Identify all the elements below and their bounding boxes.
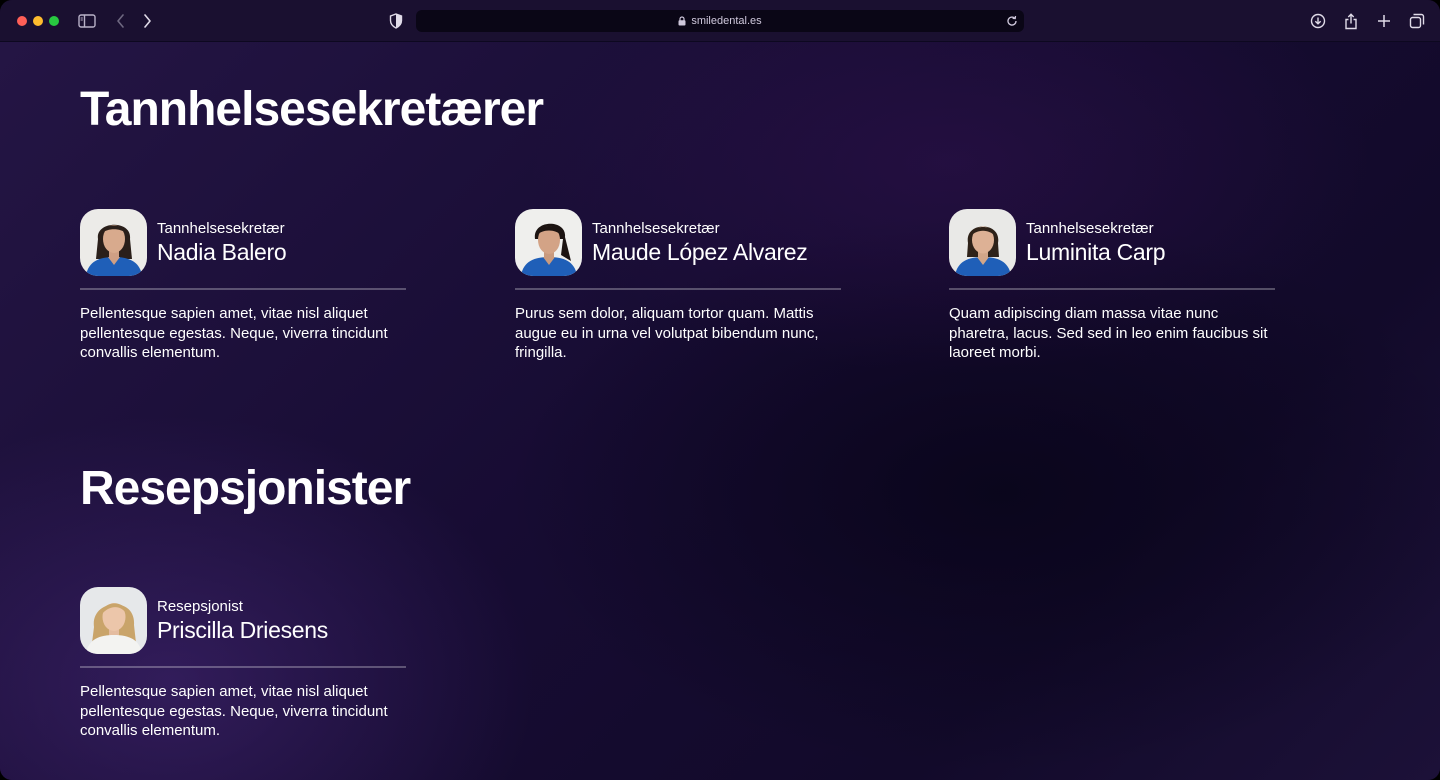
minimize-window-button[interactable] bbox=[33, 16, 43, 26]
back-icon[interactable] bbox=[111, 11, 131, 31]
tab-overview-icon[interactable] bbox=[1407, 11, 1427, 31]
close-window-button[interactable] bbox=[17, 16, 27, 26]
team-member-card: Tannhelsesekretær Nadia Balero Pellentes… bbox=[80, 209, 406, 363]
member-role: Resepsjonist bbox=[157, 597, 243, 615]
member-name: Nadia Balero bbox=[157, 238, 287, 265]
privacy-shield-icon[interactable] bbox=[386, 11, 406, 31]
member-description: Quam adipiscing diam massa vitae nunc ph… bbox=[949, 305, 1268, 361]
team-member-card: Tannhelsesekretær Maude López Alvarez Pu… bbox=[515, 209, 841, 363]
team-member-card: Resepsjonist Priscilla Driesens Pellente… bbox=[80, 587, 406, 741]
url-text: smiledental.es bbox=[691, 15, 762, 27]
member-name: Maude López Alvarez bbox=[592, 238, 808, 265]
browser-window: smiledental.es Tannhelsesekretærer Tannh… bbox=[0, 0, 1440, 780]
member-name: Luminita Carp bbox=[1026, 238, 1166, 265]
download-icon[interactable] bbox=[1308, 11, 1328, 31]
address-bar[interactable]: smiledental.es bbox=[416, 10, 1024, 32]
member-description: Pellentesque sapien amet, vitae nisl ali… bbox=[80, 683, 388, 739]
team-member-card: Tannhelsesekretær Luminita Carp Quam adi… bbox=[949, 209, 1275, 363]
member-name: Priscilla Driesens bbox=[157, 616, 328, 643]
page-content: Tannhelsesekretærer Tannhelsesekretær Na… bbox=[0, 42, 1440, 780]
card-header: Resepsjonist Priscilla Driesens bbox=[80, 587, 406, 668]
avatar bbox=[515, 209, 582, 276]
zoom-window-button[interactable] bbox=[49, 16, 59, 26]
browser-toolbar: smiledental.es bbox=[0, 0, 1440, 42]
share-icon[interactable] bbox=[1341, 11, 1361, 31]
member-description: Pellentesque sapien amet, vitae nisl ali… bbox=[80, 305, 388, 361]
lock-icon bbox=[678, 16, 686, 26]
avatar bbox=[80, 209, 147, 276]
card-header: Tannhelsesekretær Nadia Balero bbox=[80, 209, 406, 290]
member-role: Tannhelsesekretær bbox=[1026, 219, 1154, 237]
new-tab-icon[interactable] bbox=[1374, 11, 1394, 31]
avatar bbox=[80, 587, 147, 654]
card-header: Tannhelsesekretær Luminita Carp bbox=[949, 209, 1275, 290]
section-title-receptionists: Resepsjonister bbox=[80, 462, 411, 515]
forward-icon[interactable] bbox=[137, 11, 157, 31]
member-role: Tannhelsesekretær bbox=[592, 219, 720, 237]
reload-icon[interactable] bbox=[1006, 14, 1018, 32]
sidebar-toggle-icon[interactable] bbox=[77, 11, 97, 31]
member-role: Tannhelsesekretær bbox=[157, 219, 285, 237]
section-title-secretaries: Tannhelsesekretærer bbox=[80, 83, 544, 136]
avatar bbox=[949, 209, 1016, 276]
member-description: Purus sem dolor, aliquam tortor quam. Ma… bbox=[515, 305, 819, 361]
card-header: Tannhelsesekretær Maude López Alvarez bbox=[515, 209, 841, 290]
